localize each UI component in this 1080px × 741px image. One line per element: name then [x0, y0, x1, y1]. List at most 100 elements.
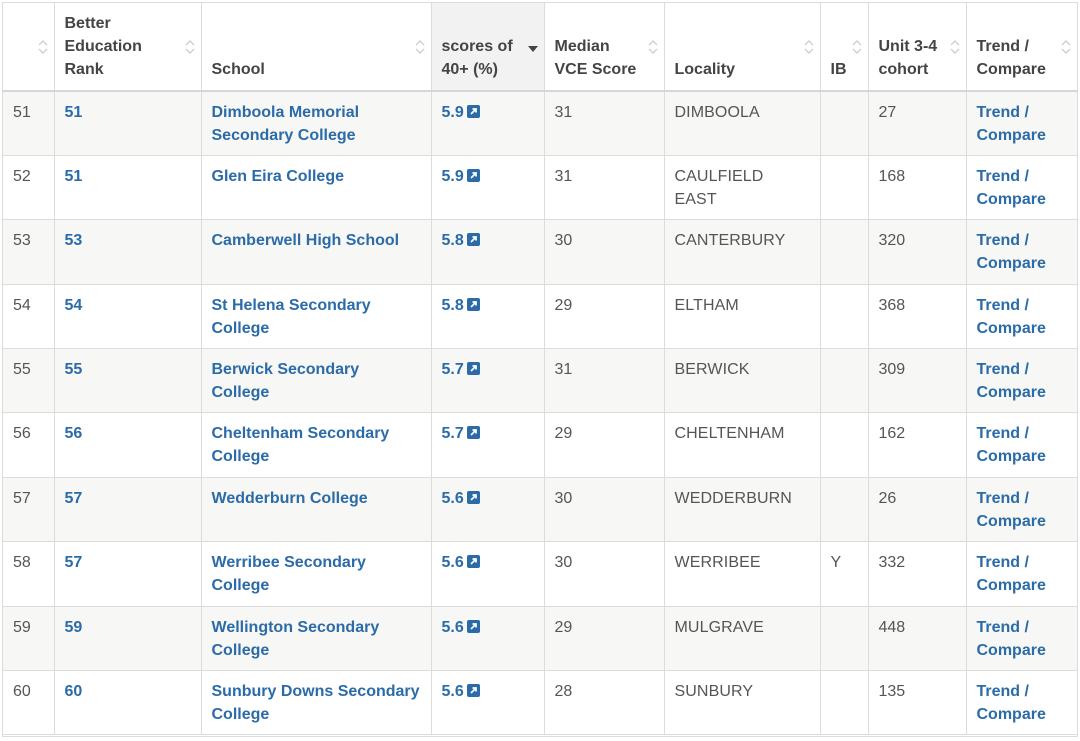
rank-link[interactable]: 53 — [65, 232, 83, 249]
rank-link[interactable]: 51 — [65, 168, 83, 185]
school-link[interactable]: Werribee Secondary College — [212, 554, 366, 594]
school-link[interactable]: Wellington Secondary College — [212, 619, 380, 659]
external-link-icon — [466, 297, 480, 311]
locality-cell: CHELTENHAM — [664, 412, 821, 478]
locality-cell: BERWICK — [664, 348, 821, 414]
external-link-icon — [466, 105, 480, 118]
rank-link[interactable]: 51 — [65, 104, 83, 121]
header-row: Better Education Rank School scores of 4… — [3, 3, 1077, 92]
rank-cell: 51 — [54, 91, 202, 156]
school-link[interactable]: Glen Eira College — [212, 168, 344, 185]
rank-link[interactable]: 56 — [65, 425, 83, 442]
trend-compare-link[interactable]: Trend / Compare — [977, 232, 1046, 272]
score-link[interactable]: 5.7 — [442, 425, 480, 442]
table-row: 52 51 Glen Eira College 5.9 31 CAULFIELD… — [3, 155, 1077, 221]
score-link[interactable]: 5.6 — [442, 683, 480, 700]
header-median[interactable]: Median VCE Score — [544, 3, 665, 92]
median-cell: 29 — [544, 606, 665, 672]
score-value: 5.6 — [441, 683, 464, 701]
sort-up-down-icon[interactable] — [415, 39, 425, 55]
ib-cell — [820, 284, 869, 350]
external-link-icon — [466, 684, 480, 698]
rank-cell: 60 — [54, 670, 202, 736]
trend-compare-link[interactable]: Trend / Compare — [977, 554, 1046, 594]
sort-up-down-icon[interactable] — [852, 39, 862, 55]
school-link[interactable]: Berwick Secondary College — [212, 361, 360, 401]
rank-link[interactable]: 57 — [65, 554, 83, 571]
header-label: School — [211, 61, 265, 78]
header-label: scores of 40+ (%) — [441, 38, 513, 78]
sort-up-down-icon[interactable] — [804, 39, 814, 55]
score-link[interactable]: 5.6 — [442, 490, 480, 507]
sort-up-down-icon[interactable] — [1061, 39, 1071, 55]
score-value: 5.7 — [441, 425, 464, 443]
school-link[interactable]: Sunbury Downs Secondary College — [212, 683, 420, 723]
score-link[interactable]: 5.6 — [442, 619, 480, 636]
school-cell: St Helena Secondary College — [201, 284, 432, 350]
rank-link[interactable]: 57 — [65, 490, 83, 507]
school-link[interactable]: Wedderburn College — [212, 490, 368, 507]
sort-desc-icon[interactable] — [527, 45, 538, 53]
sort-up-down-icon[interactable] — [950, 39, 960, 55]
school-link[interactable]: Cheltenham Secondary College — [212, 425, 390, 465]
sort-up-down-icon[interactable] — [38, 39, 48, 55]
trend-compare-link[interactable]: Trend / Compare — [977, 490, 1046, 530]
trend-compare-link[interactable]: Trend / Compare — [977, 619, 1046, 659]
cohort-cell: 27 — [868, 91, 967, 156]
cohort-cell: 135 — [868, 670, 967, 736]
school-link[interactable]: Dimboola Memorial Secondary College — [212, 104, 360, 144]
score-link[interactable]: 5.8 — [442, 232, 480, 249]
score-link[interactable]: 5.9 — [442, 168, 480, 185]
trend-cell: Trend / Compare — [966, 219, 1077, 285]
score-value: 5.6 — [441, 489, 464, 507]
school-link[interactable]: St Helena Secondary College — [212, 297, 371, 337]
trend-compare-link[interactable]: Trend / Compare — [977, 297, 1046, 337]
score-link[interactable]: 5.9 — [442, 104, 480, 121]
row-number: 53 — [3, 219, 55, 285]
locality-cell: WEDDERBURN — [664, 477, 821, 543]
rank-link[interactable]: 60 — [65, 683, 83, 700]
school-link[interactable]: Camberwell High School — [212, 232, 400, 249]
trend-compare-link[interactable]: Trend / Compare — [977, 104, 1046, 144]
table-row: 59 59 Wellington Secondary College 5.6 2… — [3, 606, 1077, 672]
score-link[interactable]: 5.8 — [442, 297, 480, 314]
cohort-cell: 320 — [868, 219, 967, 285]
header-school[interactable]: School — [201, 3, 432, 92]
header-label: Median VCE Score — [554, 38, 637, 78]
school-cell: Wellington Secondary College — [201, 606, 432, 672]
cohort-cell: 332 — [868, 541, 967, 607]
trend-cell: Trend / Compare — [966, 155, 1077, 221]
header-scores[interactable]: scores of 40+ (%) — [431, 3, 545, 92]
header-trend[interactable]: Trend / Compare — [966, 3, 1077, 92]
score-link[interactable]: 5.6 — [442, 554, 480, 571]
rank-link[interactable]: 54 — [65, 297, 83, 314]
trend-compare-link[interactable]: Trend / Compare — [977, 168, 1046, 208]
trend-compare-link[interactable]: Trend / Compare — [977, 361, 1046, 401]
ib-cell — [820, 412, 869, 478]
ib-cell: Y — [820, 541, 869, 607]
trend-compare-link[interactable]: Trend / Compare — [977, 683, 1046, 723]
header-rank[interactable]: Better Education Rank — [54, 3, 202, 92]
locality-cell: ELTHAM — [664, 284, 821, 350]
header-label: Trend / Compare — [976, 38, 1046, 78]
rank-link[interactable]: 59 — [65, 619, 83, 636]
ib-cell — [820, 348, 869, 414]
sort-up-down-icon[interactable] — [185, 39, 195, 55]
trend-compare-link[interactable]: Trend / Compare — [977, 425, 1046, 465]
score-cell: 5.7 — [431, 412, 545, 478]
header-locality[interactable]: Locality — [664, 3, 821, 92]
rank-link[interactable]: 55 — [65, 361, 83, 378]
header-ib[interactable]: IB — [820, 3, 869, 92]
header-row-number[interactable] — [3, 3, 55, 92]
header-label: Better Education Rank — [64, 15, 142, 78]
score-value: 5.9 — [441, 104, 464, 121]
header-cohort[interactable]: Unit 3-4 cohort — [868, 3, 967, 92]
cohort-cell: 168 — [868, 155, 967, 221]
school-cell: Glen Eira College — [201, 155, 432, 221]
median-cell: 31 — [544, 155, 665, 221]
locality-cell: WERRIBEE — [664, 541, 821, 607]
sort-up-down-icon[interactable] — [648, 39, 658, 55]
score-value: 5.8 — [441, 296, 464, 314]
score-link[interactable]: 5.7 — [442, 361, 480, 378]
median-cell: 30 — [544, 219, 665, 285]
